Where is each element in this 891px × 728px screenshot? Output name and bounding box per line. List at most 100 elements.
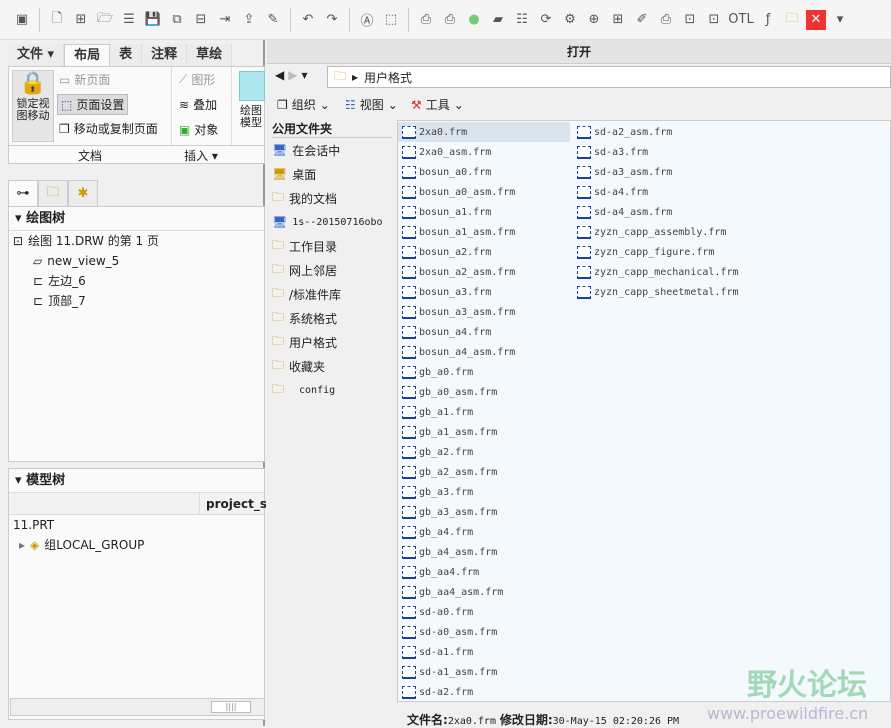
file-item[interactable]: 2xa0_asm.frm (398, 142, 570, 162)
tab-file[interactable]: 文件 ▾ (8, 44, 65, 66)
graphic-button[interactable]: ⟋ 图形 (179, 71, 215, 88)
tools-button[interactable]: ⚒ 工具 ⌄ (411, 96, 464, 113)
group-insert-dropdown[interactable]: 插入 ▾ (171, 147, 231, 164)
file-item[interactable]: bosun_a3_asm.frm (398, 302, 570, 322)
tab-sketch[interactable]: 草绘 (187, 44, 233, 66)
print2-icon[interactable]: ⎙ (440, 10, 460, 30)
file-item[interactable]: sd-a4_asm.frm (573, 202, 745, 222)
sphere-icon[interactable]: ● (464, 10, 484, 30)
text-icon[interactable]: Ⓐ (357, 10, 377, 30)
file-item[interactable]: gb_a1_asm.frm (398, 422, 570, 442)
file-item[interactable]: gb_a3.frm (398, 482, 570, 502)
list-icon[interactable]: ☷ (512, 10, 532, 30)
file-item[interactable]: gb_a2_asm.frm (398, 462, 570, 482)
open-icon[interactable]: 🗁 (95, 10, 115, 30)
file-item[interactable]: sd-a1_asm.frm (398, 662, 570, 682)
params-icon[interactable]: ⊡ (680, 10, 700, 30)
tree-tab-icon[interactable]: ⊶ (8, 180, 38, 206)
file-item[interactable]: bosun_a4_asm.frm (398, 342, 570, 362)
file-item[interactable]: bosun_a1_asm.frm (398, 222, 570, 242)
forward-icon[interactable]: ▶ (288, 68, 297, 82)
drawing-tree-header[interactable]: ▾ 绘图树 (9, 207, 264, 231)
tree-item[interactable]: ▸ ◈ 组LOCAL_GROUP (9, 535, 264, 555)
drawing-model-button[interactable]: 绘图模型 (237, 71, 267, 129)
file-item[interactable]: bosun_a2_asm.frm (398, 262, 570, 282)
overlay-button[interactable]: ≋ 叠加 (179, 96, 217, 113)
nav-item[interactable]: 🖥 桌面 (272, 162, 392, 186)
more-icon[interactable]: ▾ (830, 10, 850, 30)
model-tree-header[interactable]: ▾ 模型树 (9, 469, 264, 493)
window-icon[interactable]: ▣ (12, 10, 32, 30)
object-button[interactable]: ▣ 对象 (179, 121, 218, 138)
fx-icon[interactable]: ƒ (758, 10, 778, 30)
folder-browser-tab-icon[interactable]: 🗀 (38, 180, 68, 206)
window-layout-icon[interactable]: ⊞ (608, 10, 628, 30)
save-icon[interactable]: 💾 (143, 10, 163, 30)
nav-item[interactable]: 🗀 网上邻居 (272, 258, 392, 282)
file-item[interactable]: bosun_a1.frm (398, 202, 570, 222)
nav-item[interactable]: 🖥 1s--20150716obo (272, 210, 392, 234)
edit-icon[interactable]: ✐ (632, 10, 652, 30)
page-setup-button[interactable]: ⬚ 页面设置 (57, 94, 129, 115)
file-item[interactable]: zyzn_capp_figure.frm (573, 242, 745, 262)
file-item[interactable]: gb_aa4.frm (398, 562, 570, 582)
target-icon[interactable]: ⊕ (584, 10, 604, 30)
file-item[interactable]: zyzn_capp_assembly.frm (573, 222, 745, 242)
horizontal-scrollbar[interactable]: |||| (10, 698, 265, 716)
organize-button[interactable]: ❐ 组织 ⌄ (277, 96, 330, 113)
favorites-tab-icon[interactable]: ✱ (68, 180, 98, 206)
file-item[interactable]: bosun_a3.frm (398, 282, 570, 302)
file-item[interactable]: gb_a0.frm (398, 362, 570, 382)
file-item[interactable]: sd-a1.frm (398, 642, 570, 662)
tab-table[interactable]: 表 (110, 44, 143, 66)
file-item[interactable]: bosun_a2.frm (398, 242, 570, 262)
params2-icon[interactable]: ⊡ (704, 10, 724, 30)
file-item[interactable]: zyzn_capp_mechanical.frm (573, 262, 745, 282)
file-item[interactable]: sd-a0_asm.frm (398, 622, 570, 642)
nav-item[interactable]: 🗀 系统格式 (272, 306, 392, 330)
file-item[interactable]: gb_a4.frm (398, 522, 570, 542)
file-item[interactable]: bosun_a4.frm (398, 322, 570, 342)
file-item[interactable]: sd-a3.frm (573, 142, 745, 162)
tree-item[interactable]: ⊏ 左边_6 (9, 271, 264, 291)
file-item[interactable]: sd-a2_asm.frm (573, 122, 745, 142)
nav-item[interactable]: 🗀 收藏夹 (272, 354, 392, 378)
gear-icon[interactable]: ⚙ (560, 10, 580, 30)
select-box-icon[interactable]: ⬚ (381, 10, 401, 30)
history-dropdown-icon[interactable]: ▾ (301, 68, 307, 82)
tab-annotate[interactable]: 注释 (142, 44, 188, 66)
back-icon[interactable]: ◀ (275, 68, 284, 82)
print-icon[interactable]: ⎙ (416, 10, 436, 30)
file-item[interactable]: gb_a4_asm.frm (398, 542, 570, 562)
tree-item[interactable]: ⊡ 绘图 11.DRW 的第 1 页 (9, 231, 264, 251)
backup-icon[interactable]: ⇥ (215, 10, 235, 30)
otl-icon[interactable]: OTL (728, 10, 754, 30)
file-item[interactable]: gb_a3_asm.frm (398, 502, 570, 522)
file-item[interactable]: bosun_a0.frm (398, 162, 570, 182)
new-icon[interactable]: 🗋 (47, 10, 67, 30)
scrollbar-thumb[interactable]: |||| (211, 701, 251, 713)
bom-icon[interactable]: ⊟ (191, 10, 211, 30)
file-item[interactable]: gb_a2.frm (398, 442, 570, 462)
regenerate-icon[interactable]: ⟳ (536, 10, 556, 30)
printer-icon[interactable]: ⎙ (656, 10, 676, 30)
file-item[interactable]: gb_aa4_asm.frm (398, 582, 570, 602)
nav-item[interactable]: 🗀 config (272, 378, 392, 402)
nav-item[interactable]: 🗀 用户格式 (272, 330, 392, 354)
save-as-icon[interactable]: ⧉ (167, 10, 187, 30)
file-item[interactable]: sd-a4.frm (573, 182, 745, 202)
nav-item[interactable]: 🗀 我的文档 (272, 186, 392, 210)
tree-root[interactable]: 11.PRT (9, 515, 264, 535)
tree-item[interactable]: ▱ new_view_5 (9, 251, 264, 271)
file-item[interactable]: sd-a2.frm (398, 682, 570, 702)
nav-item[interactable]: 🖥 在会话中 (272, 138, 392, 162)
eraser-icon[interactable]: ▰ (488, 10, 508, 30)
undo-icon[interactable]: ↶ (298, 10, 318, 30)
redo-icon[interactable]: ↷ (322, 10, 342, 30)
close-icon[interactable]: ✕ (806, 9, 826, 30)
tab-layout[interactable]: 布局 (64, 44, 111, 66)
file-item[interactable]: gb_a0_asm.frm (398, 382, 570, 402)
move-copy-page-button[interactable]: ❐ 移动或复制页面 (59, 120, 158, 137)
open-session-icon[interactable]: ⊞ (71, 10, 91, 30)
nav-item[interactable]: 🗀 /标准件库 (272, 282, 392, 306)
